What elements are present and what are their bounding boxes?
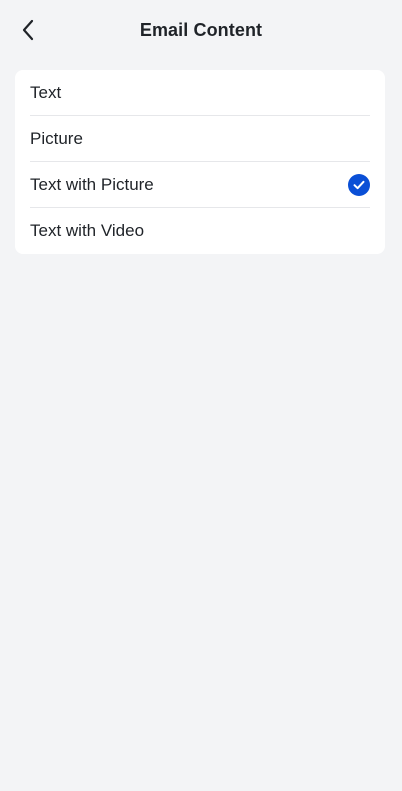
back-button[interactable] [14,16,42,44]
email-content-options: Text Picture Text with Picture Text with… [15,70,385,254]
option-label: Text [30,82,62,102]
option-text[interactable]: Text [30,70,370,116]
option-label: Text with Video [30,221,145,240]
option-text-with-video[interactable]: Text with Video [30,208,370,254]
nav-bar: Email Content [0,0,402,60]
option-label: Text with Picture [30,174,154,194]
chevron-left-icon [22,19,34,41]
option-text-with-picture[interactable]: Text with Picture [30,162,370,208]
checkmark-circle-icon [348,173,370,196]
option-picture[interactable]: Picture [30,116,370,162]
option-label: Picture [30,128,83,148]
page-title: Email Content [139,19,263,40]
